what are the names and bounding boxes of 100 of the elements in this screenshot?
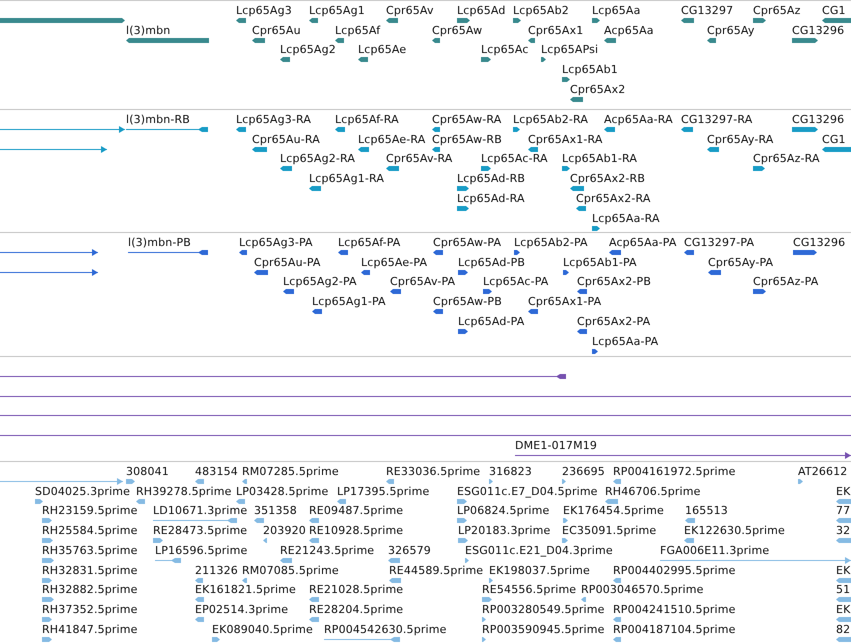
feature-label[interactable]: Lcp65Ad-PB: [458, 256, 526, 269]
feature-label[interactable]: LD10671.3prime: [153, 504, 248, 518]
feature-label[interactable]: Lcp65Ab1-PA: [563, 256, 637, 269]
feature-label[interactable]: Cpr65Ax2-PA: [577, 314, 650, 328]
feature-label[interactable]: Cpr65Ax2-PB: [577, 275, 652, 288]
feature-label[interactable]: EK176454.5prime: [563, 504, 664, 518]
feature-label[interactable]: Cpr65Az-RA: [753, 152, 820, 166]
feature-label[interactable]: 77: [836, 504, 850, 518]
feature-label[interactable]: RP004542630.5prime: [324, 622, 447, 636]
feature-label[interactable]: RH37352.5prime: [42, 602, 138, 616]
feature-label[interactable]: Lcp65Ag3-PA: [239, 236, 313, 249]
feature-label[interactable]: Cpr65Aw: [432, 24, 482, 37]
feature-label[interactable]: LP06824.5prime: [457, 504, 550, 518]
feature-label[interactable]: EP02514.3prime: [195, 602, 288, 616]
feature-label[interactable]: Cpr65Az: [753, 4, 801, 17]
feature-label[interactable]: Lcp65Ad-RA: [457, 192, 525, 205]
feature-label[interactable]: Lcp65Ad-PA: [458, 314, 524, 328]
feature-label[interactable]: Lcp65Ac-RA: [481, 152, 548, 166]
feature-label[interactable]: RE21028.5prime: [309, 583, 404, 596]
feature-label[interactable]: Cpr65Ax1-PA: [528, 295, 602, 308]
feature-label[interactable]: Cpr65Au-PA: [254, 256, 321, 269]
feature-label[interactable]: Cpr65Au-RA: [252, 132, 320, 146]
feature-label[interactable]: 32: [836, 524, 850, 538]
feature-label[interactable]: Lcp65Aa-RA: [592, 212, 660, 224]
feature-label[interactable]: Lcp65Ag2-RA: [280, 152, 356, 166]
feature-label[interactable]: CG13297-RA: [681, 113, 752, 126]
feature-label[interactable]: Lcp65Ab2: [513, 4, 569, 17]
feature-label[interactable]: RM07085.5prime: [242, 564, 339, 576]
feature-label[interactable]: Cpr65Ax2-RB: [570, 172, 646, 186]
feature-label[interactable]: SD04025.3prime: [35, 484, 130, 498]
feature-label[interactable]: 308041: [126, 465, 169, 478]
feature-label[interactable]: CG13296: [792, 113, 844, 126]
feature-label[interactable]: RP003280549.5prime: [482, 602, 605, 616]
feature-label[interactable]: 326579: [388, 544, 431, 557]
feature-label[interactable]: Cpr65Aw-RB: [432, 132, 502, 146]
feature-label[interactable]: Cpr65Av-RA: [386, 152, 452, 166]
feature-label[interactable]: RH41847.5prime: [42, 622, 138, 636]
feature-label[interactable]: RP003046570.5prime: [581, 583, 704, 596]
feature-label[interactable]: RE28473.5prime: [153, 524, 248, 538]
feature-label[interactable]: LP20183.3prime: [458, 524, 550, 538]
feature-label[interactable]: 351358: [254, 504, 297, 518]
feature-label[interactable]: RE54556.5prime: [482, 583, 576, 596]
feature-label[interactable]: Cpr65Av-PA: [390, 275, 456, 288]
feature-label[interactable]: Lcp65Ae-RA: [358, 132, 426, 146]
feature-label[interactable]: LP17395.5prime: [337, 484, 430, 498]
feature-label[interactable]: EK: [836, 602, 850, 616]
feature-label[interactable]: Lcp65Ag1-PA: [312, 295, 386, 308]
feature-label[interactable]: LP03428.5prime: [236, 484, 328, 498]
feature-label[interactable]: Lcp65Ae: [358, 43, 406, 56]
feature-label[interactable]: RM07285.5prime: [242, 465, 339, 478]
feature-label[interactable]: Cpr65Aw-RA: [432, 113, 502, 126]
feature-label[interactable]: Lcp65Ag1-RA: [309, 172, 384, 186]
feature-label[interactable]: Cpr65Ax2-RA: [576, 192, 651, 205]
feature-label[interactable]: 82: [836, 622, 850, 636]
feature-label[interactable]: Lcp65Af-RA: [335, 113, 399, 126]
feature-label[interactable]: EK089040.5prime: [212, 622, 313, 636]
feature-label[interactable]: DME1-017M19: [515, 438, 598, 452]
feature-label[interactable]: Cpr65Ay-RA: [707, 132, 774, 146]
feature-label[interactable]: AT26612: [798, 465, 848, 478]
feature-label[interactable]: 236695: [562, 465, 605, 478]
feature-label[interactable]: Lcp65Af: [335, 24, 380, 37]
feature-label[interactable]: EK198037.5prime: [489, 564, 590, 576]
feature-label[interactable]: EC35091.5prime: [562, 524, 656, 538]
feature-label[interactable]: Acp65Aa: [604, 24, 654, 37]
feature-label[interactable]: RP004402995.5prime: [613, 564, 736, 576]
feature-label[interactable]: EK122630.5prime: [684, 524, 785, 538]
feature-label[interactable]: RE21243.5prime: [280, 544, 374, 557]
feature-label[interactable]: RH46706.5prime: [605, 484, 701, 498]
feature-label[interactable]: Lcp65Aa-PA: [592, 334, 658, 348]
feature-label[interactable]: RH32882.5prime: [42, 583, 138, 596]
feature-label[interactable]: CG1: [822, 132, 846, 146]
feature-label[interactable]: Cpr65Ay-PA: [708, 256, 774, 269]
feature-label[interactable]: Lcp65Aa: [592, 4, 640, 17]
feature-label[interactable]: 165513: [685, 504, 728, 518]
feature-label[interactable]: RH39278.5prime: [136, 484, 232, 498]
feature-label[interactable]: l(3)mbn-PB: [128, 236, 191, 249]
feature-label[interactable]: Cpr65Aw-PB: [433, 295, 502, 308]
feature-label[interactable]: 211326: [195, 564, 238, 576]
feature-label[interactable]: RP004187104.5prime: [613, 622, 736, 636]
feature-label[interactable]: EK: [836, 564, 850, 576]
feature-label[interactable]: CG1: [822, 4, 846, 17]
feature-label[interactable]: Cpr65Aw-PA: [433, 236, 502, 249]
feature-label[interactable]: RE44589.5prime: [389, 564, 484, 576]
feature-label[interactable]: ESG011c.E21_D04.3prime: [465, 544, 613, 557]
feature-label[interactable]: 483154: [195, 465, 238, 478]
feature-label[interactable]: Lcp65APsi: [541, 43, 598, 56]
feature-label[interactable]: l(3)mbn-RB: [126, 113, 190, 126]
feature-label[interactable]: EK: [836, 484, 850, 498]
feature-label[interactable]: Acp65Aa-RA: [604, 113, 673, 126]
feature-label[interactable]: RP004241510.5prime: [613, 602, 736, 616]
feature-label[interactable]: Lcp65Ag2-PA: [283, 275, 357, 288]
feature-label[interactable]: FGA006E11.3prime: [660, 544, 770, 557]
feature-label[interactable]: RE33036.5prime: [386, 465, 480, 478]
feature-label[interactable]: Lcp65Ag3: [236, 4, 292, 17]
feature-label[interactable]: RH23159.5prime: [42, 504, 138, 518]
feature-label[interactable]: Cpr65Av: [386, 4, 434, 17]
feature-label[interactable]: CG13297-PA: [684, 236, 754, 249]
feature-label[interactable]: RE09487.5prime: [309, 504, 404, 518]
feature-label[interactable]: Cpr65Ax1-RA: [528, 132, 603, 146]
feature-label[interactable]: RP003590945.5prime: [482, 622, 605, 636]
